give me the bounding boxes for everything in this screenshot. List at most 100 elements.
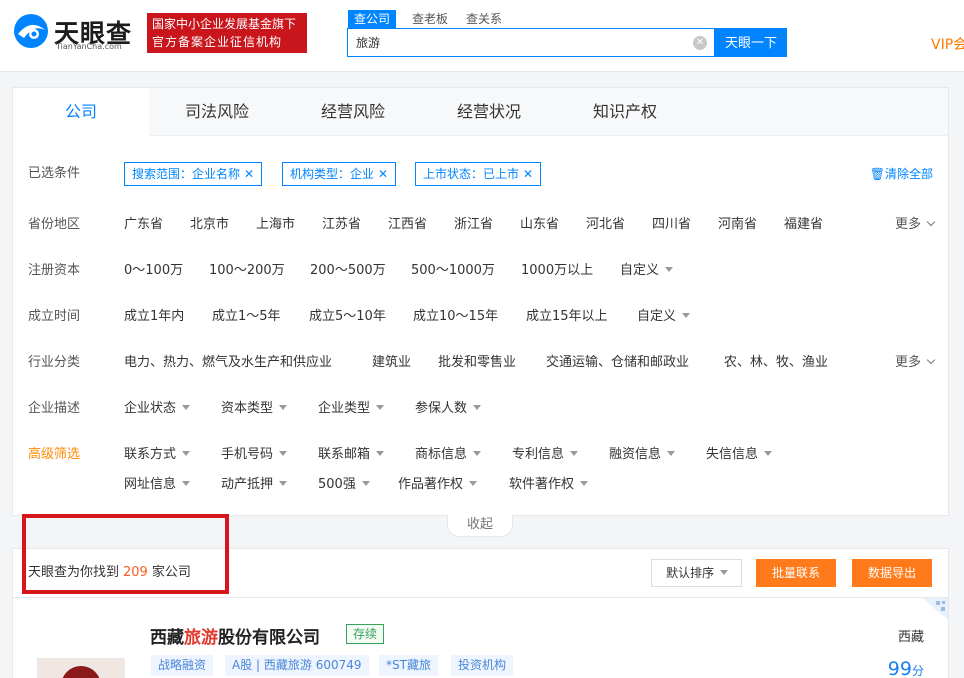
province-option[interactable]: 江西省 [388, 213, 427, 237]
logo-domain: TianYanCha.com [56, 42, 122, 51]
advanced-dropdown[interactable]: 软件著作权 [509, 473, 589, 497]
search-input[interactable] [356, 29, 676, 56]
sort-dropdown[interactable]: 默认排序 [651, 559, 742, 587]
capital-type-dropdown[interactable]: 资本类型 [221, 397, 288, 421]
established-option[interactable]: 成立5～10年 [309, 305, 386, 329]
province-option[interactable]: 江苏省 [322, 213, 361, 237]
bulk-contact-button[interactable]: 批量联系 [756, 559, 836, 587]
search-tab-boss[interactable]: 查老板 [412, 10, 448, 28]
tab-judicial-risk[interactable]: 司法风险 [149, 88, 285, 136]
company-status-dropdown[interactable]: 企业状态 [124, 397, 191, 421]
company-tag[interactable]: A股 | 西藏旅游 600749 [225, 655, 369, 676]
chip-label: 上市状态：已上市 [423, 167, 520, 181]
established-option[interactable]: 成立15年以上 [526, 305, 608, 329]
dropdown-label: 专利信息 [512, 447, 565, 462]
province-option[interactable]: 河北省 [586, 213, 625, 237]
capital-option[interactable]: 500～1000万 [411, 259, 495, 283]
advanced-dropdown[interactable]: 手机号码 [221, 443, 288, 467]
advanced-dropdown[interactable]: 融资信息 [609, 443, 676, 467]
export-data-button[interactable]: 数据导出 [852, 559, 932, 587]
province-option[interactable]: 上海市 [256, 213, 295, 237]
established-option[interactable]: 成立1年内 [124, 305, 184, 329]
province-more-button[interactable]: 更多 [895, 213, 936, 237]
tab-business-status[interactable]: 经营状况 [421, 88, 557, 136]
tianyancha-logo[interactable]: 天眼查 TianYanCha.com [12, 12, 142, 52]
close-icon[interactable]: ✕ [244, 167, 254, 181]
company-result-card[interactable]: 西藏旅游股份有限公司 存续 战略融资 A股 | 西藏旅游 600749 *ST藏… [12, 598, 949, 678]
province-option[interactable]: 北京市 [190, 213, 229, 237]
qr-code-icon[interactable] [922, 598, 948, 620]
chip-search-scope[interactable]: 搜索范围：企业名称 ✕ [124, 162, 263, 186]
caret-down-icon [182, 451, 191, 456]
vip-link[interactable]: VIP会 [931, 34, 964, 54]
insured-count-dropdown[interactable]: 参保人数 [415, 397, 482, 421]
established-custom-dropdown[interactable]: 自定义 [637, 305, 691, 329]
caret-down-icon [279, 451, 288, 456]
tab-company[interactable]: 公司 [13, 88, 149, 137]
advanced-row-1: 高级筛选 联系方式 手机号码 联系邮箱 商标信息 专利信息 融资信息 失信信息 [13, 443, 948, 467]
company-tag[interactable]: *ST藏旅 [379, 655, 438, 676]
industry-option[interactable]: 批发和零售业 [438, 351, 516, 375]
search-tab-company[interactable]: 查公司 [348, 10, 397, 28]
industry-option[interactable]: 交通运输、仓储和邮政业 [546, 351, 689, 375]
advanced-dropdown[interactable]: 500强 [318, 473, 370, 497]
company-type-dropdown[interactable]: 企业类型 [318, 397, 385, 421]
caret-down-icon [667, 451, 676, 456]
chip-org-type[interactable]: 机构类型：企业 ✕ [282, 162, 397, 186]
advanced-label: 高级筛选 [28, 447, 81, 462]
search-button[interactable]: 天眼一下 [715, 28, 787, 57]
dropdown-label: 联系邮箱 [318, 447, 371, 462]
score-unit: 分 [911, 664, 924, 678]
province-option[interactable]: 山东省 [520, 213, 559, 237]
province-option[interactable]: 福建省 [784, 213, 823, 237]
capital-option[interactable]: 0～100万 [124, 259, 183, 283]
page-root: 天眼查 TianYanCha.com 国家中小企业发展基金旗下 官方备案企业征信… [0, 0, 964, 678]
established-option[interactable]: 成立1～5年 [212, 305, 281, 329]
clear-search-icon[interactable]: ✕ [693, 36, 707, 50]
advanced-dropdown[interactable]: 专利信息 [512, 443, 579, 467]
close-icon[interactable]: ✕ [523, 167, 533, 181]
caret-down-icon [279, 405, 288, 410]
company-tag[interactable]: 战略融资 [151, 655, 214, 676]
company-emblem-icon [61, 666, 101, 678]
industry-option[interactable]: 农、林、牧、渔业 [724, 351, 828, 375]
province-option[interactable]: 四川省 [652, 213, 691, 237]
company-name-link[interactable]: 西藏旅游股份有限公司 [150, 623, 320, 648]
province-option[interactable]: 浙江省 [454, 213, 493, 237]
company-tag[interactable]: 投资机构 [451, 655, 514, 676]
dropdown-label: 参保人数 [415, 401, 468, 416]
clear-all-button[interactable]: 🗑清除全部 [870, 162, 933, 186]
advanced-dropdown[interactable]: 动产抵押 [221, 473, 288, 497]
tab-business-risk[interactable]: 经营风险 [285, 88, 421, 136]
caret-down-icon [682, 313, 691, 318]
caret-down-icon [473, 405, 482, 410]
caret-down-icon [473, 451, 482, 456]
name-highlight: 旅游 [184, 628, 218, 648]
capital-custom-dropdown[interactable]: 自定义 [620, 259, 674, 283]
established-option[interactable]: 成立10～15年 [413, 305, 498, 329]
collapse-filters-button[interactable]: 收起 [447, 515, 513, 537]
dropdown-label: 网址信息 [124, 477, 177, 492]
capital-option[interactable]: 1000万以上 [521, 259, 593, 283]
province-option[interactable]: 广东省 [124, 213, 163, 237]
industry-more-button[interactable]: 更多 [895, 351, 936, 375]
chip-listing-status[interactable]: 上市状态：已上市 ✕ [415, 162, 542, 186]
advanced-dropdown[interactable]: 失信信息 [706, 443, 773, 467]
sort-label: 默认排序 [666, 566, 715, 580]
trash-icon: 🗑 [869, 167, 885, 181]
capital-option[interactable]: 200～500万 [310, 259, 386, 283]
capital-row: 注册资本 0～100万 100～200万 200～500万 500～1000万 … [13, 259, 948, 283]
close-icon[interactable]: ✕ [378, 167, 388, 181]
caret-down-icon [665, 267, 674, 272]
advanced-dropdown[interactable]: 作品著作权 [398, 473, 478, 497]
search-tab-relation[interactable]: 查关系 [466, 10, 502, 28]
industry-option[interactable]: 建筑业 [372, 351, 411, 375]
industry-option[interactable]: 电力、热力、燃气及水生产和供应业 [124, 351, 332, 375]
advanced-dropdown[interactable]: 商标信息 [415, 443, 482, 467]
tab-ip[interactable]: 知识产权 [557, 88, 693, 136]
advanced-dropdown[interactable]: 联系方式 [124, 443, 191, 467]
capital-option[interactable]: 100～200万 [209, 259, 285, 283]
advanced-dropdown[interactable]: 联系邮箱 [318, 443, 385, 467]
advanced-dropdown[interactable]: 网址信息 [124, 473, 191, 497]
province-option[interactable]: 河南省 [718, 213, 757, 237]
